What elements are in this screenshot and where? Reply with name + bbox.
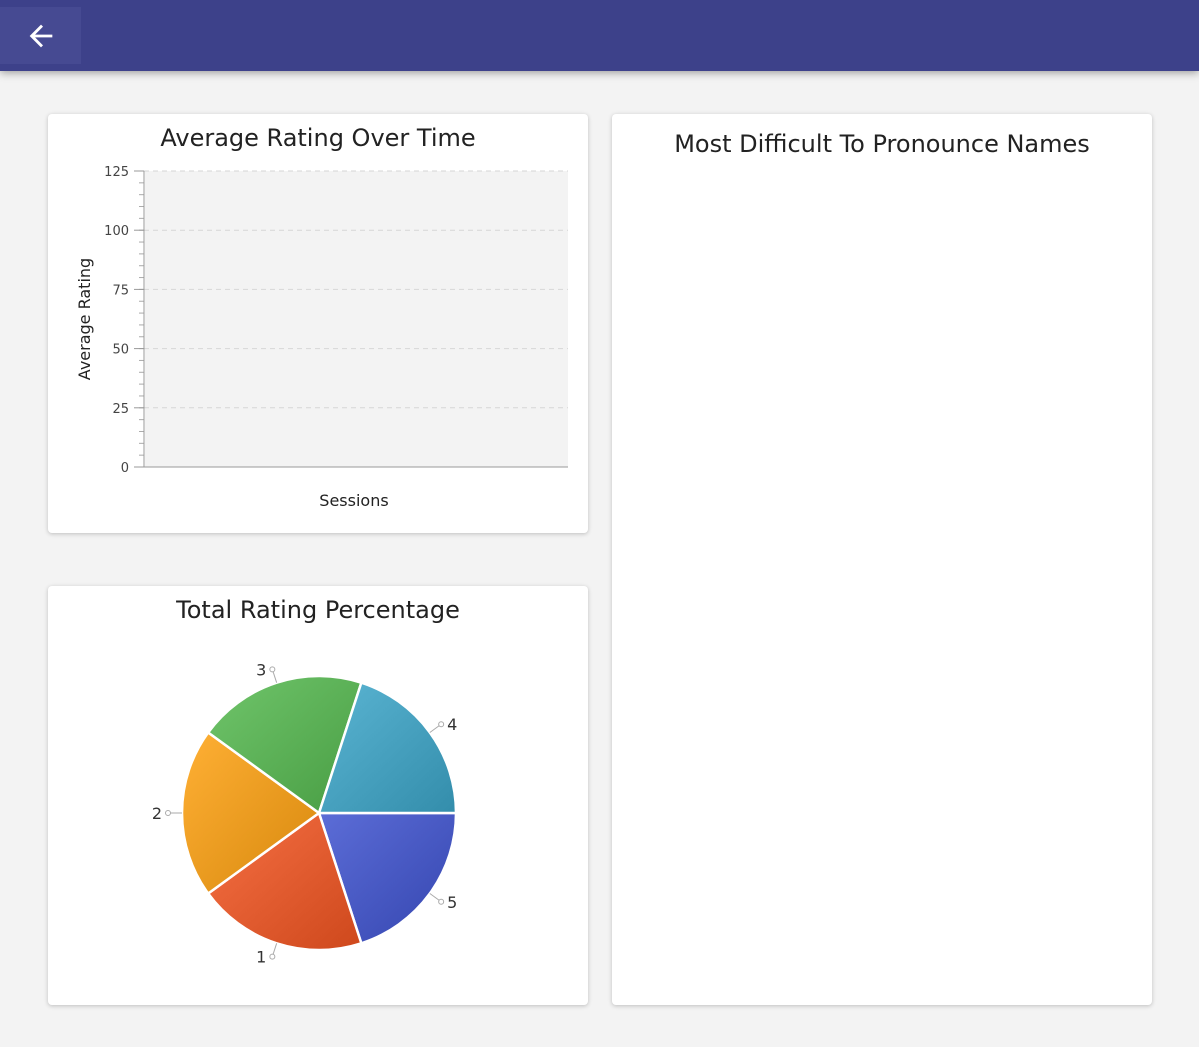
y-axis-label: Average Rating [75,258,94,380]
plot-area [145,171,568,467]
pie-leader-dot [165,810,171,816]
difficult-names-title: Most Difficult To Pronounce Names [674,130,1090,158]
average-rating-card: Average Rating Over Time 0 25 50 75 100 125 A… [48,114,588,533]
pie-label-4: 4 [447,715,457,734]
average-rating-chart: 0 25 50 75 100 125 Average Rating Sessions [75,165,568,510]
pie-label-1: 1 [256,948,266,967]
back-button[interactable] [0,7,81,64]
arrow-left-icon [29,24,52,47]
rating-percentage-pie-chart: 5 1 2 3 4 [152,660,458,967]
x-axis-label: Sessions [319,491,388,510]
pie-leader-dot [269,953,276,960]
y-tick-label: 100 [104,224,129,239]
y-tick-label: 50 [112,343,129,358]
y-tick-label: 25 [112,402,129,417]
pie-leader-dot [269,666,276,673]
y-tick-label: 125 [104,165,129,180]
pie-label-3: 3 [256,660,266,679]
rating-percentage-card: Total Rating Percentage 51234 [48,586,588,1005]
pie-label-5: 5 [447,893,457,912]
difficult-names-card: Most Difficult To Pronounce Names [612,114,1152,1005]
pie-leader-dot [438,721,445,728]
y-tick-label: 75 [112,283,129,298]
pie-label-2: 2 [152,804,162,823]
y-tick-label: 0 [121,461,129,476]
pie-leader-dot [438,898,445,905]
top-app-bar [0,0,1199,71]
